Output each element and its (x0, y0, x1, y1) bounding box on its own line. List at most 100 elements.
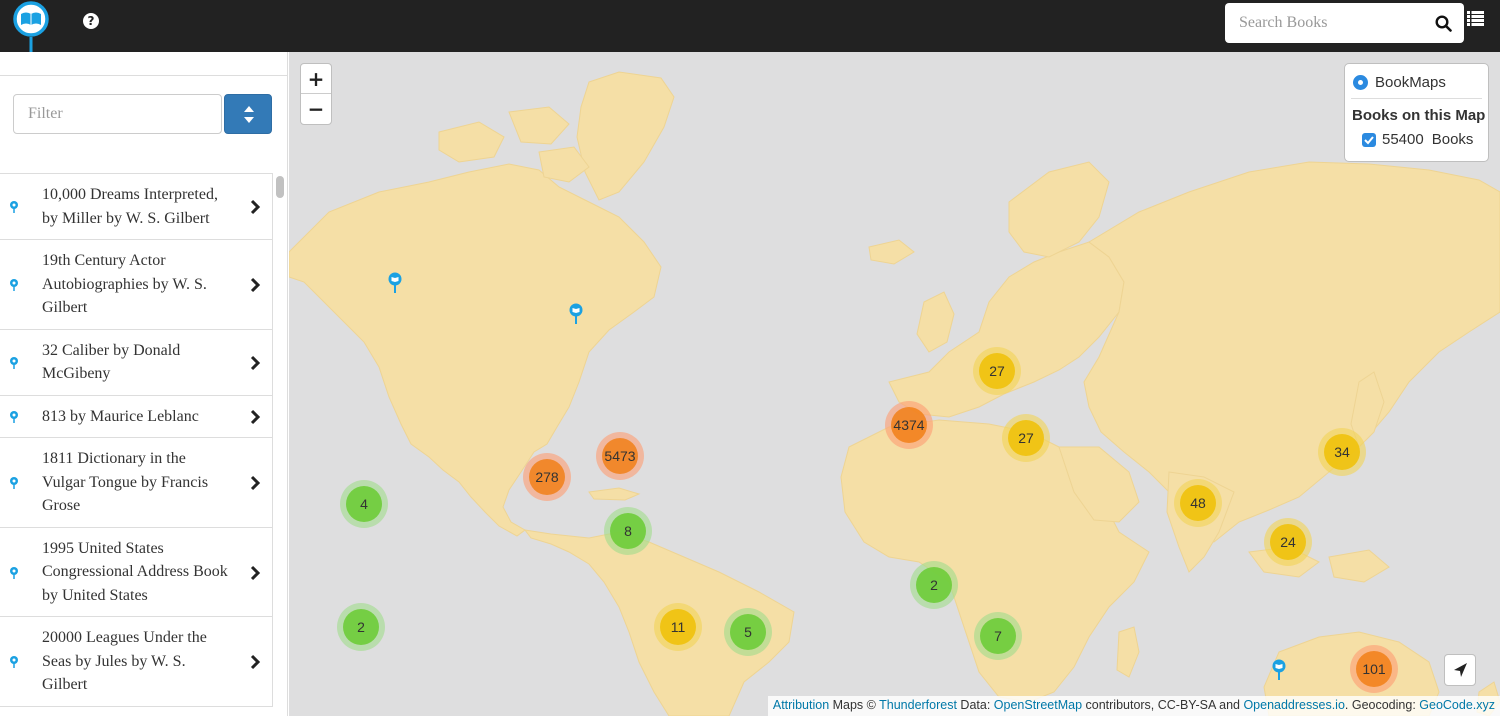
base-layer-radio[interactable] (1353, 75, 1368, 90)
chevron-right-icon[interactable] (249, 565, 261, 581)
search-input[interactable] (1225, 3, 1430, 43)
layers-control: BookMaps Books on this Map 55400 Books (1344, 63, 1489, 162)
book-marker-icon[interactable] (569, 303, 583, 325)
book-list-item[interactable]: 1811 Dictionary in the Vulgar Tongue by … (0, 438, 273, 528)
map-cluster[interactable]: 2 (337, 603, 385, 651)
cluster-count: 4374 (891, 407, 927, 443)
map-cluster[interactable]: 27 (973, 347, 1021, 395)
book-list-item[interactable]: 1995 United States Congressional Address… (0, 527, 273, 617)
map-cluster[interactable]: 7 (974, 612, 1022, 660)
map-cluster[interactable]: 24 (1264, 518, 1312, 566)
sidebar-scrollbar[interactable] (276, 176, 284, 198)
map-landmass (289, 71, 1500, 716)
book-title: 1995 United States Congressional Address… (42, 539, 228, 604)
cluster-count: 2 (916, 567, 952, 603)
book-list-sidebar: 10,000 Dreams Interpreted, by Miller by … (0, 52, 288, 716)
map-pin-icon (10, 201, 18, 213)
map-pin-icon (10, 411, 18, 423)
chevron-right-icon[interactable] (249, 355, 261, 371)
attribution-text: Maps © (829, 698, 880, 712)
search-box (1225, 3, 1464, 43)
map-cluster[interactable]: 4 (340, 480, 388, 528)
list-view-icon[interactable] (1467, 11, 1484, 26)
filter-input[interactable] (13, 94, 222, 134)
map-pin-icon (10, 477, 18, 489)
cluster-count: 24 (1270, 524, 1306, 560)
map-cluster[interactable]: 4374 (885, 401, 933, 449)
cluster-count: 278 (529, 459, 565, 495)
locate-arrow-icon (1454, 663, 1467, 677)
book-map-pin-icon[interactable] (12, 0, 50, 58)
book-marker-icon[interactable] (1272, 659, 1286, 681)
cluster-count: 101 (1356, 651, 1392, 687)
chevron-right-icon[interactable] (249, 409, 261, 425)
map-pin-icon (10, 279, 18, 291)
map-cluster[interactable]: 5473 (596, 432, 644, 480)
book-title: 10,000 Dreams Interpreted, by Miller by … (42, 186, 218, 227)
book-list-item[interactable]: 32 Caliber by Donald McGibeny (0, 329, 273, 396)
map-pin-icon (10, 656, 18, 668)
book-count-unit: Books (1431, 131, 1474, 148)
map-cluster[interactable]: 8 (604, 507, 652, 555)
cluster-count: 8 (610, 513, 646, 549)
sort-button[interactable] (224, 94, 272, 134)
map-cluster[interactable]: 278 (523, 453, 571, 501)
map-cluster[interactable]: 48 (1174, 479, 1222, 527)
cluster-count: 48 (1180, 485, 1216, 521)
sort-icon (244, 106, 254, 123)
map-cluster[interactable]: 27 (1002, 414, 1050, 462)
search-icon[interactable] (1435, 15, 1452, 32)
book-title: 19th Century Actor Autobiographies by W.… (42, 252, 207, 316)
book-list-item[interactable]: 20000 Leagues Under the Seas by Jules by… (0, 617, 273, 707)
chevron-right-icon[interactable] (249, 199, 261, 215)
map-cluster[interactable]: 101 (1350, 645, 1398, 693)
chevron-right-icon[interactable] (249, 277, 261, 293)
book-title: 32 Caliber by Donald McGibeny (42, 341, 181, 383)
cluster-count: 34 (1324, 434, 1360, 470)
cluster-count: 5473 (602, 438, 638, 474)
world-map[interactable]: + − BookMaps Books on this Map 55400 Book… (289, 52, 1500, 716)
check-icon (1364, 136, 1374, 145)
book-list-item[interactable]: 19th Century Actor Autobiographies by W.… (0, 240, 273, 330)
map-cluster[interactable]: 11 (654, 603, 702, 651)
chevron-right-icon[interactable] (249, 475, 261, 491)
openstreetmap-link[interactable]: OpenStreetMap (994, 698, 1082, 712)
geocode-link[interactable]: GeoCode.xyz (1419, 698, 1495, 712)
base-layer-label[interactable]: BookMaps (1375, 74, 1446, 91)
book-list: 10,000 Dreams Interpreted, by Miller by … (0, 173, 273, 707)
book-list-item[interactable]: 813 by Maurice Leblanc (0, 395, 273, 438)
question-circle-icon[interactable]: ? (83, 13, 99, 29)
overlay-checkbox[interactable] (1362, 133, 1376, 147)
book-count: 55400 (1382, 131, 1424, 148)
cluster-count: 2 (343, 609, 379, 645)
cluster-count: 11 (660, 609, 696, 645)
thunderforest-link[interactable]: Thunderforest (879, 698, 957, 712)
map-pin-icon (10, 356, 18, 369)
locate-button[interactable] (1444, 654, 1476, 686)
map-cluster[interactable]: 2 (910, 561, 958, 609)
overlay-label[interactable]: 55400 Books (1382, 131, 1481, 148)
divider (0, 75, 287, 76)
map-attribution: Attribution Maps © Thunderforest Data: O… (767, 696, 1500, 716)
zoom-control: + − (300, 63, 332, 125)
cluster-count: 7 (980, 618, 1016, 654)
cluster-count: 5 (730, 614, 766, 650)
book-title: 813 by Maurice Leblanc (42, 407, 199, 425)
divider (1351, 98, 1482, 99)
book-title: 1811 Dictionary in the Vulgar Tongue by … (42, 450, 209, 514)
zoom-out-button[interactable]: − (301, 94, 331, 124)
top-navbar: ? (0, 0, 1500, 58)
book-list-item[interactable]: 10,000 Dreams Interpreted, by Miller by … (0, 174, 273, 240)
map-pin-icon (10, 566, 18, 579)
attribution-link[interactable]: Attribution (773, 698, 829, 712)
book-marker-icon[interactable] (388, 272, 402, 294)
zoom-in-button[interactable]: + (301, 64, 331, 94)
attribution-text: Data: (956, 698, 994, 712)
map-cluster[interactable]: 34 (1318, 428, 1366, 476)
book-title: 20000 Leagues Under the Seas by Jules by… (42, 629, 207, 693)
map-cluster[interactable]: 5 (724, 608, 772, 656)
cluster-count: 4 (346, 486, 382, 522)
chevron-right-icon[interactable] (249, 654, 261, 670)
attribution-text: contributors, CC-BY-SA and (1082, 698, 1244, 712)
openaddresses-link[interactable]: Openaddresses.io (1243, 698, 1344, 712)
